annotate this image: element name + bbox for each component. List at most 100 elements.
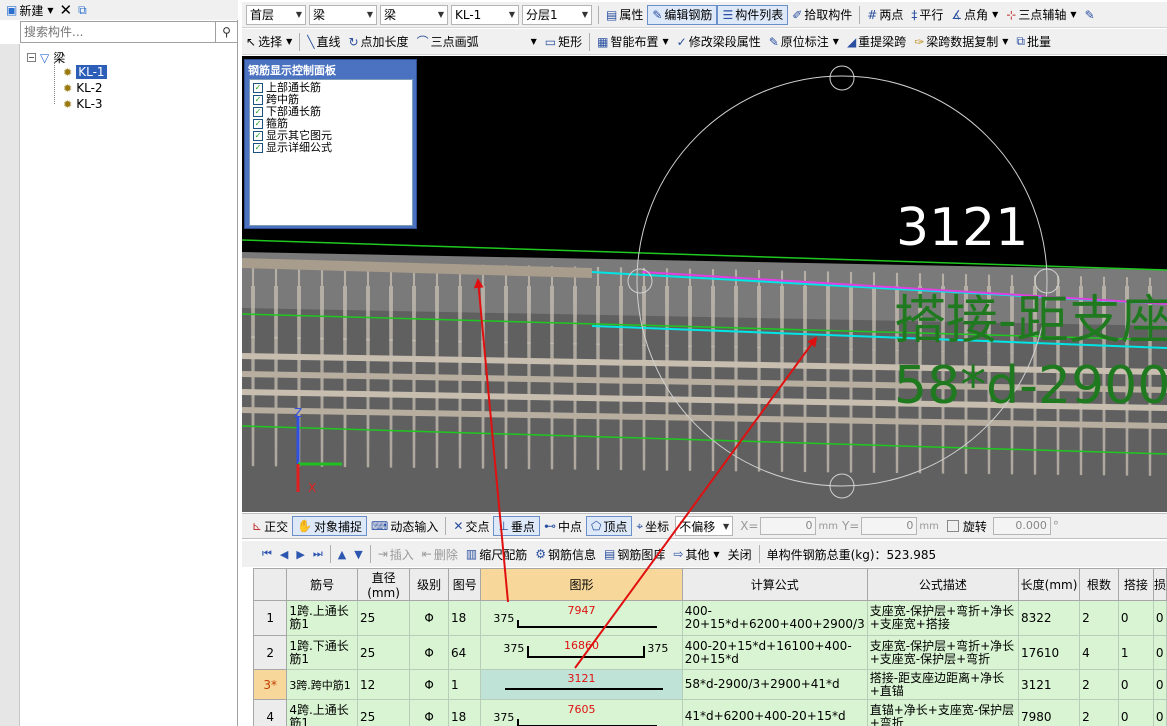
row-length[interactable]: 7980 xyxy=(1017,699,1081,726)
dynamic-input-button[interactable]: ⌨ 动态输入 xyxy=(367,516,442,536)
two-points-button[interactable]: # 两点 xyxy=(863,5,907,25)
row-figure[interactable]: 1 xyxy=(447,669,482,700)
parallel-button[interactable]: ‡ 平行 xyxy=(907,5,947,25)
point-length-button[interactable]: ↻ 点加长度 xyxy=(344,32,412,52)
first-icon[interactable]: ⏮ xyxy=(258,547,276,561)
prev-icon[interactable]: ◀ xyxy=(276,548,292,561)
extra-icon[interactable]: ✎ xyxy=(1081,5,1099,25)
row-loss[interactable]: 0 xyxy=(1152,699,1167,726)
table-row[interactable]: 4 4跨.上通长筋1 25 Φ 18 375 7605 41*d+6200+40… xyxy=(253,699,1167,726)
row-lap[interactable]: 1 xyxy=(1117,635,1154,670)
row-shape[interactable]: 3121 xyxy=(480,669,683,700)
three-point-axis-button[interactable]: ⊹ 三点辅轴 ▼ xyxy=(1002,5,1080,25)
pick-component-button[interactable]: ✐ 拾取构件 xyxy=(788,5,856,25)
row-length[interactable]: 17610 xyxy=(1017,635,1081,670)
line-button[interactable]: ╲ 直线 xyxy=(303,32,344,52)
row-length[interactable]: 8322 xyxy=(1017,600,1081,636)
search-icon[interactable]: ⚲ xyxy=(216,21,238,43)
component-list-button[interactable]: ☰ 构件列表 xyxy=(717,4,789,25)
close-button[interactable]: 关闭 xyxy=(724,544,756,564)
offset-select[interactable]: 不偏移 ▼ xyxy=(675,516,734,536)
row-formula[interactable]: 400-20+15*d+16100+400-20+15*d xyxy=(681,635,868,670)
row-formula[interactable]: 58*d-2900/3+2900+41*d xyxy=(681,669,868,700)
row-name[interactable]: 1跨.上通长筋1 xyxy=(286,600,358,636)
copy-span-data-button[interactable]: ✑ 梁跨数据复制 ▼ xyxy=(910,32,1012,52)
layer-select[interactable]: 分层1 ▼ xyxy=(522,4,592,25)
row-description[interactable]: 直锚+净长+支座宽-保护层+弯折 xyxy=(866,699,1019,726)
floor-select[interactable]: 首层 ▼ xyxy=(246,4,306,25)
row-description[interactable]: 支座宽-保护层+弯折+净长+支座宽+搭接 xyxy=(866,600,1019,636)
search-input[interactable] xyxy=(20,21,216,43)
x-offset-input[interactable]: 0 xyxy=(760,517,817,535)
row-figure[interactable]: 18 xyxy=(447,699,482,726)
row-count[interactable]: 2 xyxy=(1079,600,1119,636)
col-grade[interactable]: 级别 xyxy=(409,568,449,601)
col-description[interactable]: 公式描述 xyxy=(866,568,1019,601)
new-button[interactable]: ▣ 新建 ▼ xyxy=(6,2,54,19)
row-description[interactable]: 搭接-距支座边距离+净长+直锚 xyxy=(866,669,1019,700)
move-up-icon[interactable]: ▲ xyxy=(334,548,350,561)
point-angle-button[interactable]: ∡ 点角 ▼ xyxy=(947,5,1002,25)
row-name[interactable]: 3跨.跨中筋1 xyxy=(286,669,358,700)
row-diameter[interactable]: 12 xyxy=(356,669,411,700)
modify-beam-button[interactable]: ✓ 修改梁段属性 xyxy=(673,32,765,52)
row-grade[interactable]: Φ xyxy=(409,669,449,700)
tree-item-kl-3[interactable]: ✹ KL-3 xyxy=(63,97,103,111)
tree-item-kl-1[interactable]: ✹ KL-1 xyxy=(63,65,107,79)
vertex-button[interactable]: ⬠ 顶点 xyxy=(585,516,633,536)
row-loss[interactable]: 0 xyxy=(1152,669,1167,700)
row-name[interactable]: 1跨.下通长筋1 xyxy=(286,635,358,670)
next-icon[interactable]: ▶ xyxy=(292,548,308,561)
rebar-info-button[interactable]: ⚙ 钢筋信息 xyxy=(531,544,600,564)
rectangle-button[interactable]: ▭ 矩形 xyxy=(541,32,586,52)
col-lap[interactable]: 搭接 xyxy=(1117,568,1154,601)
row-loss[interactable]: 0 xyxy=(1152,600,1167,636)
in-place-annotation-button[interactable]: ✎ 原位标注 ▼ xyxy=(765,32,843,52)
row-formula[interactable]: 400-20+15*d+6200+400+2900/3 xyxy=(681,600,868,636)
y-offset-input[interactable]: 0 xyxy=(861,517,918,535)
object-snap-button[interactable]: ✋ 对象捕捉 xyxy=(292,516,368,536)
tree-item-kl-2[interactable]: ✹ KL-2 xyxy=(63,81,103,95)
row-count[interactable]: 2 xyxy=(1079,669,1119,700)
row-lap[interactable]: 0 xyxy=(1117,669,1154,700)
row-grade[interactable]: Φ xyxy=(409,600,449,636)
perpendicular-button[interactable]: ⊥ 垂点 xyxy=(493,516,540,536)
tree-root[interactable]: − ▽ 梁 xyxy=(27,49,65,66)
collapse-icon[interactable]: − xyxy=(27,53,36,62)
row-figure[interactable]: 64 xyxy=(447,635,482,670)
component-select[interactable]: KL-1 ▼ xyxy=(451,4,519,25)
edit-rebar-button[interactable]: ✎ 编辑钢筋 xyxy=(647,4,718,25)
col-length[interactable]: 长度(mm) xyxy=(1017,568,1081,601)
row-shape[interactable]: 375 7947 xyxy=(480,600,683,636)
row-lap[interactable]: 0 xyxy=(1117,699,1154,726)
midpoint-button[interactable]: ⊷ 中点 xyxy=(540,516,586,536)
table-row[interactable]: 1 1跨.上通长筋1 25 Φ 18 375 7947 400-20+15*d+… xyxy=(253,600,1167,636)
row-count[interactable]: 4 xyxy=(1079,635,1119,670)
properties-button[interactable]: ▤ 属性 xyxy=(602,5,647,25)
row-diameter[interactable]: 25 xyxy=(356,635,411,670)
row-loss[interactable]: 0 xyxy=(1152,635,1167,670)
move-down-icon[interactable]: ▼ xyxy=(350,548,366,561)
row-name[interactable]: 4跨.上通长筋1 xyxy=(286,699,358,726)
row-length[interactable]: 3121 xyxy=(1017,669,1081,700)
col-shape[interactable]: 图形 xyxy=(480,568,683,601)
row-diameter[interactable]: 25 xyxy=(356,699,411,726)
col-name[interactable]: 筋号 xyxy=(286,568,358,601)
row-shape[interactable]: 375 16860 375 xyxy=(480,635,683,670)
three-point-arc-button[interactable]: ⌒ 三点画弧 ▼ xyxy=(413,32,541,52)
batch-button[interactable]: ⧉ 批量 xyxy=(1012,32,1055,52)
row-count[interactable]: 2 xyxy=(1079,699,1119,726)
table-row[interactable]: 3* 3跨.跨中筋1 12 Φ 1 3121 58*d-2900/3+2900+… xyxy=(253,669,1167,700)
coordinate-button[interactable]: ⌖ 坐标 xyxy=(632,516,673,536)
respan-button[interactable]: ◢ 重提梁跨 xyxy=(843,32,910,52)
row-grade[interactable]: Φ xyxy=(409,635,449,670)
intersection-button[interactable]: ✕ 交点 xyxy=(449,516,493,536)
category-select[interactable]: 梁 ▼ xyxy=(309,4,377,25)
rotate-input[interactable]: 0.000 xyxy=(992,517,1051,535)
delete-row-button[interactable]: ⇤ 删除 xyxy=(418,544,462,564)
insert-button[interactable]: ⇥ 插入 xyxy=(374,544,418,564)
last-icon[interactable]: ⏭ xyxy=(309,547,327,561)
other-button[interactable]: ⇨ 其他 ▼ xyxy=(669,544,723,564)
row-figure[interactable]: 18 xyxy=(447,600,482,636)
scale-rebar-button[interactable]: ▥ 缩尺配筋 xyxy=(462,544,531,564)
